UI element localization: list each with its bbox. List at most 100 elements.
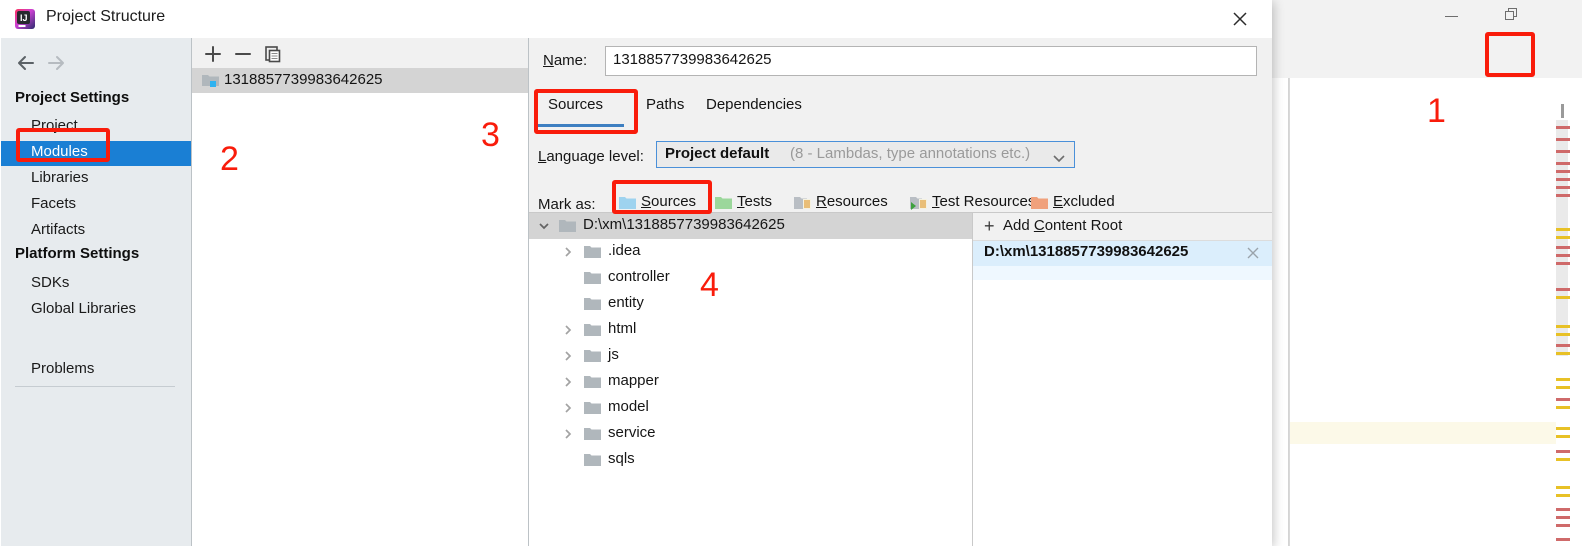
chevron-right-icon[interactable] [561, 401, 575, 415]
sidebar-item-label: SDKs [31, 274, 70, 291]
tab-sources[interactable]: Sources [538, 96, 624, 128]
chevron-right-icon[interactable] [561, 375, 575, 389]
tree-node-mapper[interactable]: mapper [529, 369, 972, 395]
sidebar-item-problems[interactable]: Problems [1, 358, 191, 383]
error-stripe-mark[interactable] [1556, 162, 1570, 165]
error-stripe-mark[interactable] [1556, 450, 1570, 453]
remove-content-root-icon[interactable] [1245, 245, 1261, 266]
sidebar-item-label: Problems [31, 360, 95, 377]
chevron-right-icon[interactable] [561, 349, 575, 363]
error-stripe-mark[interactable] [1556, 288, 1570, 291]
tab-paths[interactable]: Paths [646, 96, 684, 128]
sidebar-item-artifacts[interactable]: Artifacts [1, 219, 191, 244]
sidebar-item-project[interactable]: Project [1, 115, 191, 140]
tree-node-entity[interactable]: entity [529, 291, 972, 317]
chevron-down-icon[interactable] [537, 219, 551, 233]
error-stripe-mark[interactable] [1556, 458, 1570, 461]
back-arrow-icon[interactable] [13, 50, 39, 76]
tree-node-idea[interactable]: .idea [529, 239, 972, 265]
sidebar-item-label: Modules [31, 143, 88, 160]
error-stripe-mark[interactable] [1556, 126, 1570, 129]
error-stripe-mark[interactable] [1556, 262, 1570, 265]
error-stripe-mark[interactable] [1556, 228, 1570, 231]
tree-node-label: D:\xm\1318857739983642625 [583, 216, 785, 233]
error-stripe-mark[interactable] [1556, 325, 1570, 328]
svg-text:IJ: IJ [20, 13, 28, 23]
error-stripe-mark[interactable] [1556, 378, 1570, 381]
error-stripe-mark[interactable] [1556, 427, 1570, 430]
tab-label: Sources [548, 96, 604, 113]
error-stripe-mark[interactable] [1556, 538, 1570, 541]
sidebar-item-libraries[interactable]: Libraries [1, 167, 191, 192]
mark-as-label-text: Excluded [1053, 193, 1115, 210]
folder-orange-icon [1031, 195, 1048, 210]
tree-node-sqls[interactable]: sqls [529, 447, 972, 473]
error-stripe-mark[interactable] [1556, 516, 1570, 519]
annotation-number-2: 2 [220, 140, 239, 178]
copy-module-button[interactable] [261, 42, 285, 66]
forward-arrow-icon[interactable] [43, 50, 69, 76]
error-stripe-mark[interactable] [1556, 246, 1570, 249]
intellij-logo-icon: IJ [14, 8, 36, 30]
error-stripe-mark[interactable] [1556, 178, 1570, 181]
error-stripe-mark[interactable] [1556, 486, 1570, 489]
remove-module-button[interactable] [231, 42, 255, 66]
error-stripe-mark[interactable] [1556, 186, 1570, 189]
language-level-label: Language level: [538, 148, 644, 165]
error-stripe-mark[interactable] [1556, 150, 1570, 153]
tree-node-label: js [608, 346, 619, 363]
error-stripe-mark[interactable] [1556, 333, 1570, 336]
chevron-right-icon[interactable] [561, 245, 575, 259]
error-stripe-mark[interactable] [1556, 494, 1570, 497]
chevron-right-icon[interactable] [561, 323, 575, 337]
module-name-input[interactable]: 1318857739983642625 [605, 46, 1257, 76]
error-stripe-mark[interactable] [1556, 406, 1570, 409]
add-module-button[interactable] [201, 42, 225, 66]
chevron-right-icon[interactable] [561, 427, 575, 441]
modules-list-panel: 1318857739983642625 [192, 38, 529, 546]
error-stripe-mark[interactable] [1556, 398, 1570, 401]
sidebar-item-facets[interactable]: Facets [1, 193, 191, 218]
error-stripe-mark[interactable] [1556, 170, 1570, 173]
error-stripe-mark[interactable] [1556, 386, 1570, 389]
tree-node-root[interactable]: D:\xm\1318857739983642625 [529, 213, 972, 239]
tree-node-label: entity [608, 294, 644, 311]
tree-node-html[interactable]: html [529, 317, 972, 343]
error-stripe-mark[interactable] [1556, 435, 1570, 438]
sidebar-item-sdks[interactable]: SDKs [1, 272, 191, 297]
error-stripe-mark[interactable] [1556, 138, 1570, 141]
tree-node-service[interactable]: service [529, 421, 972, 447]
tree-node-model[interactable]: model [529, 395, 972, 421]
sidebar-group-platform-settings: Platform Settings [15, 245, 140, 262]
content-root-item[interactable]: D:\xm\1318857739983642625 [973, 241, 1272, 266]
tab-dependencies[interactable]: Dependencies [706, 96, 802, 128]
tree-node-label: .idea [608, 242, 641, 259]
mark-as-label-text: Tests [737, 193, 773, 210]
content-root-path: D:\xm\1318857739983642625 [984, 243, 1189, 260]
folder-test-resources-icon [910, 195, 927, 210]
error-stripe-mark[interactable] [1556, 524, 1570, 527]
editor-area[interactable] [1290, 78, 1582, 546]
error-stripe-mark[interactable] [1556, 296, 1570, 299]
error-stripe-mark[interactable] [1556, 352, 1570, 355]
maximize-icon[interactable] [1500, 6, 1524, 26]
error-stripe-mark[interactable] [1556, 508, 1570, 511]
sidebar-group-project-settings: Project Settings [15, 89, 130, 106]
tree-node-controller[interactable]: controller [529, 265, 972, 291]
sidebar-item-modules[interactable]: Modules [1, 141, 191, 166]
close-icon[interactable] [1222, 6, 1260, 32]
language-level-dropdown[interactable]: Project default (8 - Lambdas, type annot… [656, 141, 1075, 168]
add-content-root-button[interactable]: + Add Content Root [973, 213, 1272, 241]
tree-node-label: model [608, 398, 649, 415]
minimize-icon[interactable] [1440, 6, 1464, 26]
folder-icon [584, 245, 601, 259]
sidebar-item-global-libraries[interactable]: Global Libraries [1, 298, 191, 323]
module-list-item[interactable]: 1318857739983642625 [192, 68, 528, 93]
sidebar-item-label: Artifacts [31, 221, 86, 238]
source-folder-tree[interactable]: D:\xm\1318857739983642625 .idea controll… [529, 213, 973, 546]
error-stripe-mark[interactable] [1556, 194, 1570, 197]
error-stripe-mark[interactable] [1556, 344, 1570, 347]
error-stripe-mark[interactable] [1556, 254, 1570, 257]
tree-node-js[interactable]: js [529, 343, 972, 369]
error-stripe-mark[interactable] [1556, 236, 1570, 239]
